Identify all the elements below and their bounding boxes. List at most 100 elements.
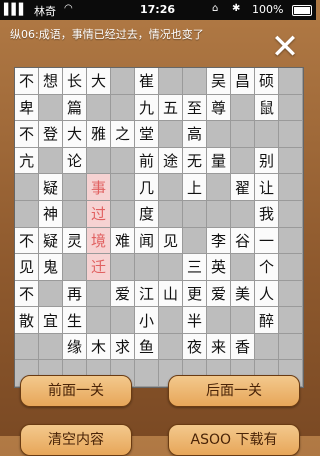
board-cell-empty[interactable]: [111, 68, 135, 95]
board-cell[interactable]: 途: [159, 147, 183, 175]
board-cell[interactable]: 灵: [63, 227, 87, 255]
board-cell-empty[interactable]: [279, 307, 303, 334]
download-button[interactable]: ASOO 下载有: [168, 424, 300, 456]
board-cell-empty[interactable]: [183, 200, 207, 228]
board-cell[interactable]: 难: [111, 227, 135, 255]
board-cell[interactable]: 疑: [39, 174, 63, 201]
board-cell-empty[interactable]: [39, 94, 63, 122]
board-cell-empty[interactable]: [87, 147, 111, 175]
board-cell-empty[interactable]: [159, 254, 183, 281]
board-cell-empty[interactable]: [39, 280, 63, 308]
board-cell[interactable]: 翟: [231, 174, 255, 201]
board-cell[interactable]: 缘: [63, 333, 87, 361]
board-cell[interactable]: 江: [135, 280, 159, 308]
board-cell[interactable]: 半: [183, 307, 207, 334]
board-cell[interactable]: 五: [159, 94, 183, 122]
board-cell[interactable]: 见: [15, 254, 39, 281]
board-cell[interactable]: 神: [39, 200, 63, 228]
board-cell-empty[interactable]: [279, 280, 303, 308]
board-cell[interactable]: 个: [255, 254, 279, 281]
board-cell-empty[interactable]: [39, 333, 63, 361]
board-cell[interactable]: 上: [183, 174, 207, 201]
board-cell-empty[interactable]: [87, 280, 111, 308]
board-cell-empty[interactable]: [87, 307, 111, 334]
board-cell[interactable]: 求: [111, 333, 135, 361]
board-cell-empty[interactable]: [111, 200, 135, 228]
board-cell-empty[interactable]: [231, 94, 255, 122]
board-cell[interactable]: 香: [231, 333, 255, 361]
board-cell-empty[interactable]: [15, 174, 39, 201]
board-cell[interactable]: 崔: [135, 68, 159, 95]
board-cell-empty[interactable]: [111, 307, 135, 334]
board-cell-empty[interactable]: [111, 147, 135, 175]
board-cell[interactable]: 事: [87, 174, 111, 201]
board-cell[interactable]: 篇: [63, 94, 87, 122]
board-cell[interactable]: 高: [183, 121, 207, 148]
board-cell[interactable]: 英: [207, 254, 231, 281]
board-cell-empty[interactable]: [183, 227, 207, 255]
board-cell[interactable]: 长: [63, 68, 87, 95]
board-cell[interactable]: 醉: [255, 307, 279, 334]
board-cell-empty[interactable]: [279, 254, 303, 281]
board-cell[interactable]: 卑: [15, 94, 39, 122]
board-cell-empty[interactable]: [279, 174, 303, 201]
close-icon[interactable]: ✕: [268, 30, 302, 64]
board-cell[interactable]: 木: [87, 333, 111, 361]
board-cell-empty[interactable]: [231, 121, 255, 148]
board-cell[interactable]: 鱼: [135, 333, 159, 361]
board-cell[interactable]: 鬼: [39, 254, 63, 281]
board-cell[interactable]: 亢: [15, 147, 39, 175]
board-cell[interactable]: 再: [63, 280, 87, 308]
board-cell-empty[interactable]: [87, 94, 111, 122]
board-cell-empty[interactable]: [63, 254, 87, 281]
board-cell[interactable]: 量: [207, 147, 231, 175]
board-cell-empty[interactable]: [39, 147, 63, 175]
board-cell-empty[interactable]: [159, 200, 183, 228]
board-cell-empty[interactable]: [279, 200, 303, 228]
board-cell-empty[interactable]: [207, 307, 231, 334]
board-cell[interactable]: 来: [207, 333, 231, 361]
board-cell[interactable]: 不: [15, 280, 39, 308]
board-cell[interactable]: 过: [87, 200, 111, 228]
board-cell[interactable]: 宜: [39, 307, 63, 334]
board-cell[interactable]: 见: [159, 227, 183, 255]
board-cell[interactable]: 夜: [183, 333, 207, 361]
board-cell[interactable]: 三: [183, 254, 207, 281]
board-cell[interactable]: 谷: [231, 227, 255, 255]
board-cell[interactable]: 山: [159, 280, 183, 308]
board-cell[interactable]: 不: [15, 68, 39, 95]
board-cell[interactable]: 爱: [111, 280, 135, 308]
board-cell[interactable]: 闻: [135, 227, 159, 255]
board-cell[interactable]: 境: [87, 227, 111, 255]
board-cell-empty[interactable]: [159, 307, 183, 334]
board-cell[interactable]: 不: [15, 227, 39, 255]
board-cell-empty[interactable]: [207, 121, 231, 148]
board-cell-empty[interactable]: [279, 94, 303, 122]
board-cell[interactable]: 让: [255, 174, 279, 201]
board-cell[interactable]: 无: [183, 147, 207, 175]
board-cell[interactable]: 九: [135, 94, 159, 122]
board-cell[interactable]: 大: [63, 121, 87, 148]
board-cell[interactable]: 登: [39, 121, 63, 148]
board-cell-empty[interactable]: [231, 147, 255, 175]
board-cell-empty[interactable]: [207, 174, 231, 201]
board-cell[interactable]: 堂: [135, 121, 159, 148]
board-cell-empty[interactable]: [63, 174, 87, 201]
board-cell[interactable]: 疑: [39, 227, 63, 255]
board-cell[interactable]: 我: [255, 200, 279, 228]
board-cell-empty[interactable]: [231, 254, 255, 281]
board-cell-empty[interactable]: [231, 200, 255, 228]
board-cell[interactable]: 尊: [207, 94, 231, 122]
board-cell-empty[interactable]: [207, 200, 231, 228]
board-cell[interactable]: 一: [255, 227, 279, 255]
board-cell[interactable]: 想: [39, 68, 63, 95]
board-cell[interactable]: 别: [255, 147, 279, 175]
board-cell[interactable]: 度: [135, 200, 159, 228]
board-cell[interactable]: 李: [207, 227, 231, 255]
board-cell[interactable]: 昌: [231, 68, 255, 95]
board-cell-empty[interactable]: [159, 121, 183, 148]
board-cell[interactable]: 散: [15, 307, 39, 334]
board-cell[interactable]: 吴: [207, 68, 231, 95]
board-cell[interactable]: 前: [135, 147, 159, 175]
board-cell-empty[interactable]: [135, 360, 159, 387]
